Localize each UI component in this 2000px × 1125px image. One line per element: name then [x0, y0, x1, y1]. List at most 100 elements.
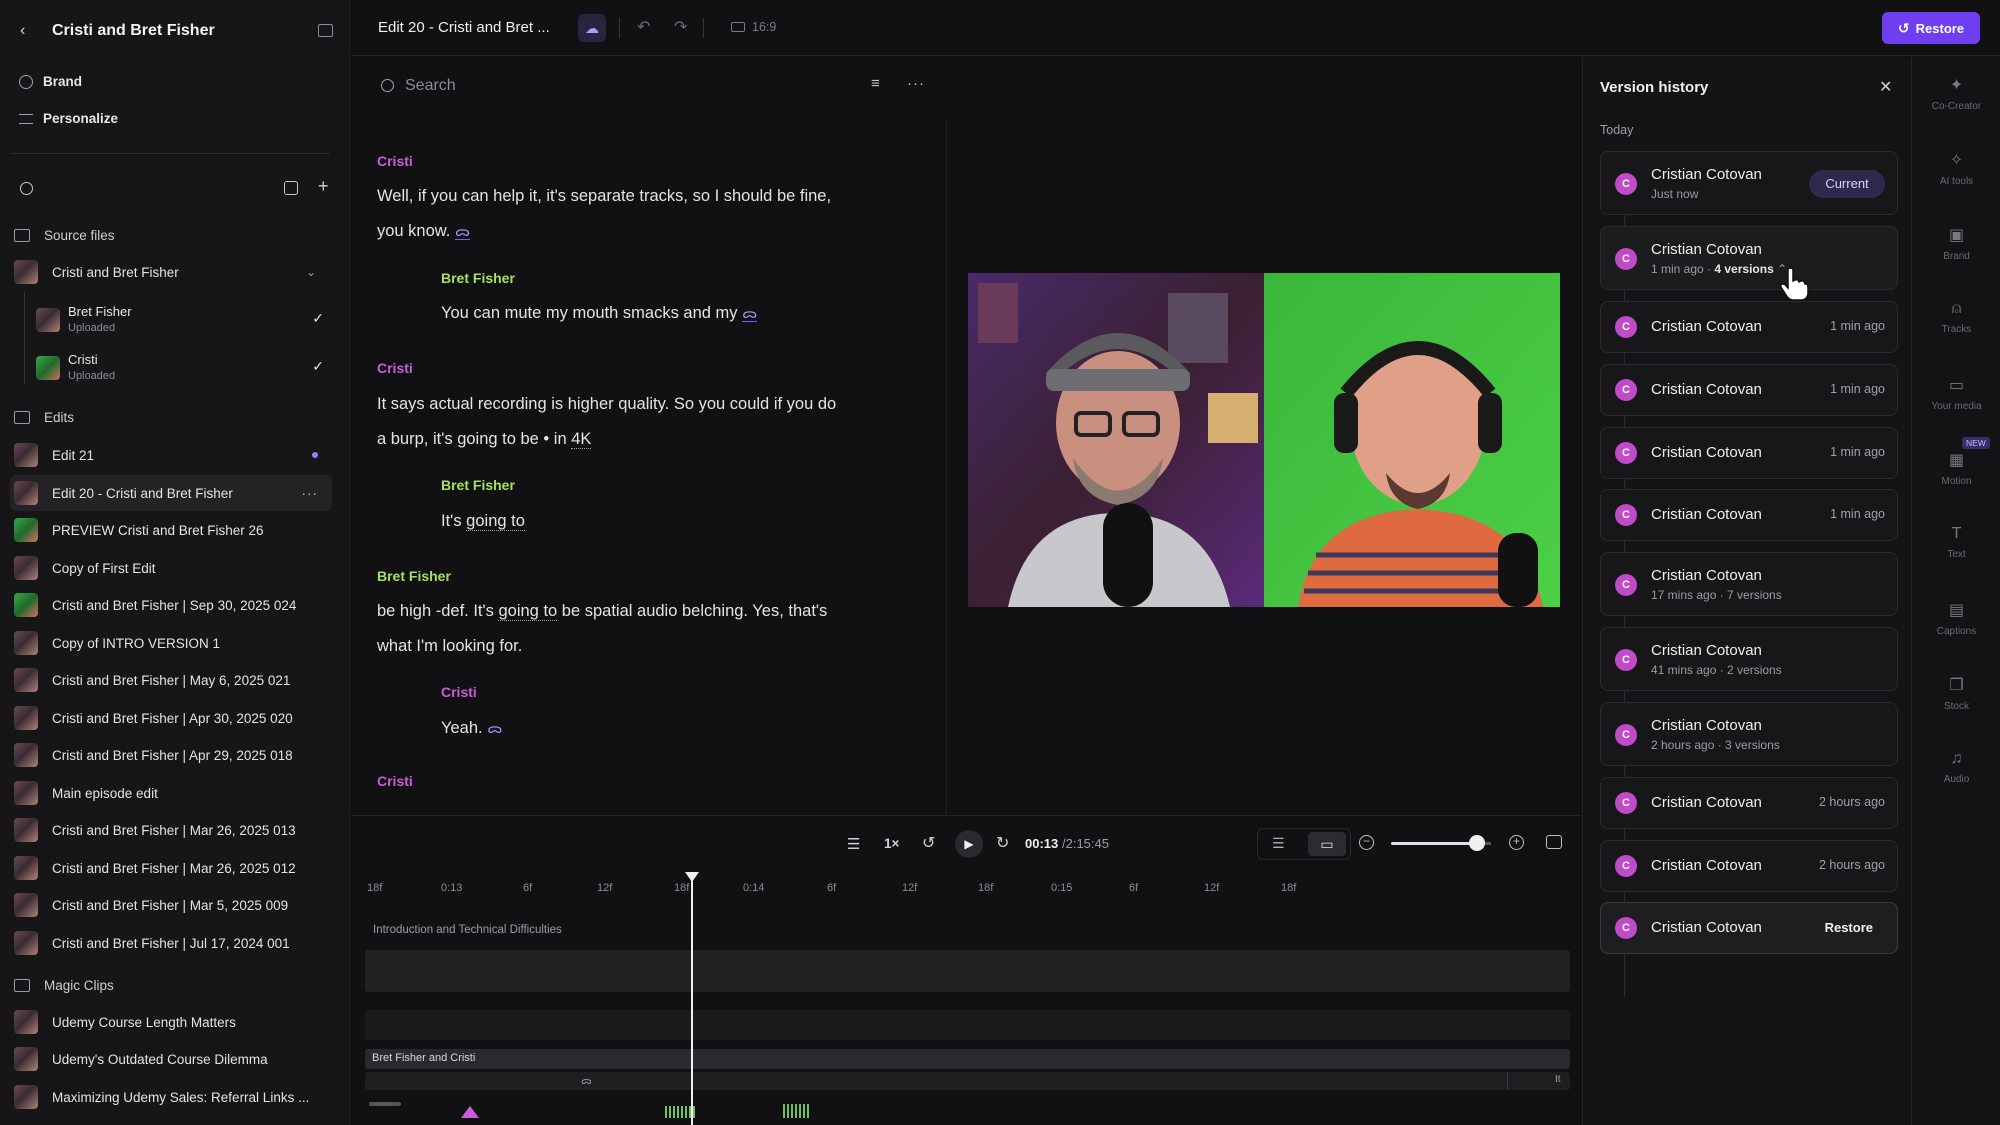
edit-item[interactable]: Copy of INTRO VERSION 1 [10, 625, 332, 661]
layout-icon[interactable] [284, 181, 298, 195]
transcript-text[interactable]: It says actual recording is higher quali… [377, 387, 836, 422]
search-icon[interactable] [20, 182, 33, 195]
undo-icon[interactable]: ↶ [637, 17, 650, 37]
play-button[interactable]: ▶ [955, 830, 983, 858]
rail-your-media[interactable]: ▭ Your media [1913, 375, 2000, 412]
transcript-text[interactable]: Well, if you can help it, it's separate … [377, 179, 831, 214]
rail-co-creator[interactable]: ✦ Co-Creator [1913, 75, 2000, 112]
speaker-label[interactable]: Cristi [377, 360, 413, 376]
sidebar-toggle-icon[interactable] [318, 24, 333, 37]
waveform-icon[interactable]: ᯅ [487, 720, 502, 736]
speaker-label[interactable]: Cristi [377, 773, 413, 789]
chapter-label[interactable]: Introduction and Technical Difficulties [373, 924, 562, 936]
nav-brand[interactable]: Brand [19, 74, 82, 89]
back-arrow-icon[interactable]: ‹ [20, 22, 25, 40]
source-item[interactable]: Bret Fisher Uploaded ✓ [34, 298, 324, 342]
folder-edits[interactable]: Edits [14, 410, 74, 425]
add-icon[interactable]: + [318, 176, 329, 197]
transcript-text[interactable]: you know. ᯅ [377, 214, 471, 249]
edit-item[interactable]: PREVIEW Cristi and Bret Fisher 26 [10, 512, 332, 548]
more-icon[interactable]: ··· [302, 486, 319, 501]
speaker-label[interactable]: Bret Fisher [441, 477, 515, 493]
rail-text[interactable]: T Text [1913, 525, 2000, 560]
edit-title[interactable]: Edit 20 - Cristi and Bret ... [378, 19, 550, 36]
zoom-slider[interactable] [1391, 842, 1481, 845]
edit-item[interactable]: Cristi and Bret Fisher | Mar 5, 2025 009 [10, 887, 332, 923]
version-restore-button[interactable]: Restore [1825, 920, 1873, 935]
rail-brand[interactable]: ▣ Brand [1913, 225, 2000, 262]
highlighted-word[interactable]: 4K [571, 430, 592, 449]
edit-item[interactable]: Cristi and Bret Fisher | Sep 30, 2025 02… [10, 587, 332, 623]
edit-item[interactable]: Edit 21 [10, 437, 332, 473]
list-icon[interactable]: ☰ [847, 835, 860, 853]
version-card-hovered[interactable]: C Cristian Cotovan Restore [1600, 902, 1898, 954]
folder-magic-clips[interactable]: Magic Clips [14, 978, 114, 993]
redo-icon[interactable]: ↷ [674, 17, 687, 37]
close-icon[interactable]: ✕ [1879, 77, 1892, 97]
edit-item[interactable]: Cristi and Bret Fisher | May 6, 2025 021 [10, 662, 332, 698]
clip-item[interactable]: Maximizing Udemy Sales: Referral Links .… [10, 1079, 332, 1115]
edit-item[interactable]: Cristi and Bret Fisher | Mar 26, 2025 01… [10, 850, 332, 886]
version-card[interactable]: C Cristian Cotovan 2 hours ago [1600, 840, 1898, 892]
source-item[interactable]: Cristi Uploaded ✓ [34, 346, 324, 390]
version-card[interactable]: C Cristian Cotovan 2 hours ago [1600, 777, 1898, 829]
edit-item[interactable]: Cristi and Bret Fisher | Apr 30, 2025 02… [10, 700, 332, 736]
cloud-sync-icon[interactable]: ☁ [578, 14, 606, 42]
captions-view-icon[interactable]: ☰ [1272, 835, 1285, 852]
edit-item-selected[interactable]: Edit 20 - Cristi and Bret Fisher ··· [10, 475, 332, 511]
speaker-label[interactable]: Bret Fisher [441, 270, 515, 286]
clip-item[interactable]: Udemy Course Length Matters [10, 1004, 332, 1040]
speaker-label[interactable]: Bret Fisher [377, 568, 451, 584]
waveform-icon[interactable]: ᯅ [742, 305, 758, 322]
zoom-slider-handle[interactable] [1469, 835, 1485, 851]
nav-personalize[interactable]: Personalize [19, 111, 118, 126]
track-view-icon[interactable]: ▭ [1308, 832, 1346, 856]
zoom-in-icon[interactable]: + [1509, 835, 1524, 850]
version-card[interactable]: C Cristian Cotovan 2 hours ago · 3 versi… [1600, 702, 1898, 766]
rail-stock[interactable]: ❐ Stock [1913, 675, 2000, 712]
empty-track[interactable] [365, 1010, 1570, 1040]
rail-audio[interactable]: ♫ Audio [1913, 750, 2000, 785]
edit-item[interactable]: Main episode edit [10, 775, 332, 811]
playhead[interactable] [691, 874, 693, 1125]
version-card[interactable]: C Cristian Cotovan 1 min ago [1600, 301, 1898, 353]
version-card[interactable]: C Cristian Cotovan 1 min ago [1600, 364, 1898, 416]
transcript-text[interactable]: what I'm looking for. [377, 629, 522, 664]
version-card[interactable]: C Cristian Cotovan 41 mins ago · 2 versi… [1600, 627, 1898, 691]
version-card[interactable]: C Cristian Cotovan 1 min ago · 4 version… [1600, 226, 1898, 290]
version-card[interactable]: C Cristian Cotovan 17 mins ago · 7 versi… [1600, 552, 1898, 616]
speed-control[interactable]: 1× [884, 836, 899, 851]
forward-icon[interactable]: ↻ [996, 833, 1009, 853]
rail-motion[interactable]: ▦ Motion [1913, 450, 2000, 487]
rewind-icon[interactable]: ↺ [922, 833, 935, 853]
source-group[interactable]: Cristi and Bret Fisher ⌄ [10, 254, 332, 290]
transcript-text[interactable]: You can mute my mouth smacks and my ᯅ [441, 296, 758, 331]
audio-track[interactable]: Bret Fisher and Cristi [365, 1049, 1570, 1069]
transcript-text[interactable]: a burp, it's going to be • in 4K [377, 422, 592, 457]
expand-versions[interactable]: 4 versions [1714, 262, 1773, 276]
edit-item[interactable]: Cristi and Bret Fisher | Apr 29, 2025 01… [10, 737, 332, 773]
highlighted-word[interactable]: going to [498, 602, 558, 621]
highlighted-word[interactable]: going to [466, 512, 525, 531]
timeline-ruler[interactable]: 18f 0:13 6f 12f 18f 0:14 6f 12f 18f 0:15… [361, 882, 1561, 912]
aspect-ratio[interactable]: 16:9 [731, 20, 776, 34]
folder-source-files[interactable]: Source files [14, 228, 115, 243]
scroll-handle[interactable] [369, 1102, 401, 1106]
video-track[interactable] [365, 950, 1570, 992]
speaker-label[interactable]: Cristi [377, 153, 413, 169]
chevron-down-icon[interactable]: ⌄ [306, 265, 316, 279]
video-preview[interactable] [968, 273, 1560, 607]
speaker-label[interactable]: Cristi [441, 684, 477, 700]
edit-item[interactable]: Copy of First Edit [10, 550, 332, 586]
edit-item[interactable]: Cristi and Bret Fisher | Jul 17, 2024 00… [10, 925, 332, 961]
version-card[interactable]: C Cristian Cotovan 1 min ago [1600, 427, 1898, 479]
clip-item[interactable]: Udemy's Outdated Course Dilemma [10, 1041, 332, 1077]
waveform-icon[interactable]: ᯅ [454, 223, 471, 240]
caption-track[interactable]: ᯅ It [365, 1072, 1570, 1090]
transcript-text[interactable]: Yeah. ᯅ [441, 711, 502, 746]
version-card[interactable]: C Cristian Cotovan Just now Current [1600, 151, 1898, 215]
rail-ai-tools[interactable]: ✧ AI tools [1913, 150, 2000, 187]
transcript-text[interactable]: It's going to [441, 504, 525, 539]
more-icon[interactable]: ··· [907, 75, 925, 92]
transcript-search[interactable]: Search [405, 77, 456, 95]
